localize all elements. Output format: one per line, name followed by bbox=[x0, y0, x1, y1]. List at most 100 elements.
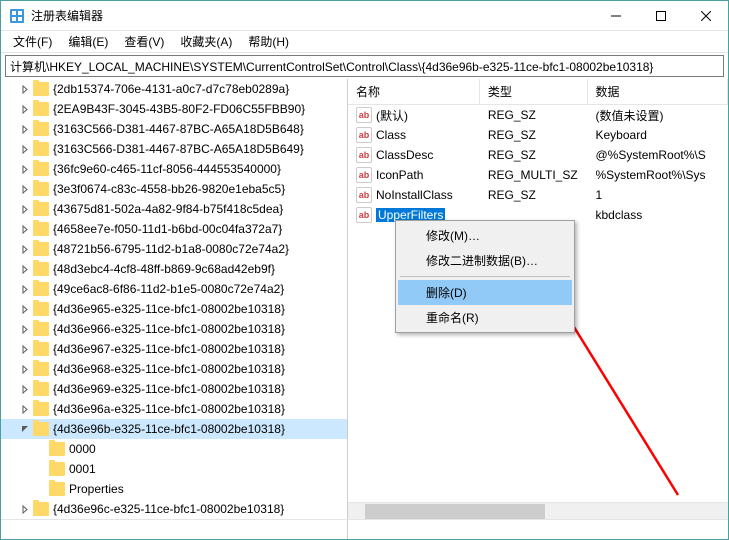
maximize-button[interactable] bbox=[638, 1, 683, 30]
tree-item-label: {49ce6ac8-6f86-11d2-b1e5-0080c72e74a2} bbox=[53, 282, 284, 296]
folder-icon bbox=[49, 462, 65, 476]
expand-icon[interactable] bbox=[17, 145, 33, 154]
tree-item-label: {4658ee7e-f050-11d1-b6bd-00c04fa372a7} bbox=[53, 222, 282, 236]
menu-file[interactable]: 文件(F) bbox=[5, 31, 60, 52]
expand-icon[interactable] bbox=[17, 385, 33, 394]
folder-icon bbox=[33, 502, 49, 516]
list-row[interactable]: abIconPathREG_MULTI_SZ%SystemRoot%\Sys bbox=[348, 165, 728, 185]
tree-item[interactable]: {3163C566-D381-4467-87BC-A65A18D5B648} bbox=[1, 119, 347, 139]
expand-icon[interactable] bbox=[17, 125, 33, 134]
tree-item[interactable]: {4d36e96c-e325-11ce-bfc1-08002be10318} bbox=[1, 499, 347, 519]
value-name: IconPath bbox=[376, 168, 423, 182]
expand-icon[interactable] bbox=[17, 85, 33, 94]
tree-item-label: {4d36e969-e325-11ce-bfc1-08002be10318} bbox=[53, 382, 285, 396]
cell-name: abClass bbox=[348, 127, 480, 143]
expand-icon[interactable] bbox=[17, 205, 33, 214]
expand-icon[interactable] bbox=[17, 305, 33, 314]
list-body[interactable]: ab(默认)REG_SZ(数值未设置)abClassREG_SZKeyboard… bbox=[348, 105, 728, 502]
tree-item[interactable]: {4d36e96a-e325-11ce-bfc1-08002be10318} bbox=[1, 399, 347, 419]
menu-view[interactable]: 查看(V) bbox=[116, 31, 172, 52]
collapse-icon[interactable] bbox=[17, 425, 33, 434]
tree-item[interactable]: {4d36e96b-e325-11ce-bfc1-08002be10318} bbox=[1, 419, 347, 439]
string-value-icon: ab bbox=[356, 207, 372, 223]
registry-editor-window: 注册表编辑器 文件(F) 编辑(E) 查看(V) 收藏夹(A) 帮助(H) 计算… bbox=[0, 0, 729, 540]
tree-item[interactable]: {4d36e966-e325-11ce-bfc1-08002be10318} bbox=[1, 319, 347, 339]
tree-item[interactable]: {49ce6ac8-6f86-11d2-b1e5-0080c72e74a2} bbox=[1, 279, 347, 299]
tree-item[interactable]: {4d36e969-e325-11ce-bfc1-08002be10318} bbox=[1, 379, 347, 399]
folder-icon bbox=[33, 322, 49, 336]
cell-type: REG_SZ bbox=[480, 148, 588, 162]
tree-item[interactable]: {2EA9B43F-3045-43B5-80F2-FD06C55FBB90} bbox=[1, 99, 347, 119]
cell-type: REG_SZ bbox=[480, 128, 588, 142]
cell-data: Keyboard bbox=[588, 128, 729, 142]
tree-item[interactable]: 0001 bbox=[1, 459, 347, 479]
folder-icon bbox=[49, 442, 65, 456]
expand-icon[interactable] bbox=[17, 185, 33, 194]
tree-item[interactable]: {4d36e968-e325-11ce-bfc1-08002be10318} bbox=[1, 359, 347, 379]
ctx-separator bbox=[400, 276, 570, 277]
tree-item[interactable]: Properties bbox=[1, 479, 347, 499]
list-row[interactable]: ab(默认)REG_SZ(数值未设置) bbox=[348, 105, 728, 125]
ctx-modify[interactable]: 修改(M)… bbox=[398, 223, 572, 248]
folder-icon bbox=[33, 422, 49, 436]
list-hscroll[interactable] bbox=[348, 502, 728, 519]
tree-item[interactable]: {43675d81-502a-4a82-9f84-b75f418c5dea} bbox=[1, 199, 347, 219]
ctx-modify-binary[interactable]: 修改二进制数据(B)… bbox=[398, 248, 572, 273]
tree-item[interactable]: {4d36e967-e325-11ce-bfc1-08002be10318} bbox=[1, 339, 347, 359]
tree-item-label: {4d36e967-e325-11ce-bfc1-08002be10318} bbox=[53, 342, 285, 356]
col-header-name[interactable]: 名称 bbox=[348, 79, 480, 104]
expand-icon[interactable] bbox=[17, 505, 33, 514]
tree-scroll[interactable]: {2db15374-706e-4131-a0c7-d7c78eb0289a} {2… bbox=[1, 79, 347, 519]
expand-icon[interactable] bbox=[17, 225, 33, 234]
expand-icon[interactable] bbox=[17, 345, 33, 354]
tree-item[interactable]: {48d3ebc4-4cf8-48ff-b869-9c68ad42eb9f} bbox=[1, 259, 347, 279]
tree-item[interactable]: {48721b56-6795-11d2-b1a8-0080c72e74a2} bbox=[1, 239, 347, 259]
expand-icon[interactable] bbox=[17, 105, 33, 114]
list-row[interactable]: abClassREG_SZKeyboard bbox=[348, 125, 728, 145]
expand-icon[interactable] bbox=[17, 365, 33, 374]
list-header: 名称 类型 数据 bbox=[348, 79, 728, 105]
expand-icon[interactable] bbox=[17, 285, 33, 294]
cell-name: abIconPath bbox=[348, 167, 480, 183]
tree-item-label: {3163C566-D381-4467-87BC-A65A18D5B649} bbox=[53, 142, 304, 156]
tree-item[interactable]: {36fc9e60-c465-11cf-8056-444553540000} bbox=[1, 159, 347, 179]
close-button[interactable] bbox=[683, 1, 728, 30]
titlebar[interactable]: 注册表编辑器 bbox=[1, 1, 728, 31]
expand-icon[interactable] bbox=[17, 405, 33, 414]
tree-item-label: {4d36e96c-e325-11ce-bfc1-08002be10318} bbox=[53, 502, 284, 516]
expand-icon[interactable] bbox=[17, 245, 33, 254]
col-header-data[interactable]: 数据 bbox=[588, 79, 728, 104]
tree-item[interactable]: {4658ee7e-f050-11d1-b6bd-00c04fa372a7} bbox=[1, 219, 347, 239]
tree-item[interactable]: {3e3f0674-c83c-4558-bb26-9820e1eba5c5} bbox=[1, 179, 347, 199]
tree-item[interactable]: {4d36e965-e325-11ce-bfc1-08002be10318} bbox=[1, 299, 347, 319]
statusbar bbox=[1, 519, 728, 539]
tree-item-label: {4d36e96a-e325-11ce-bfc1-08002be10318} bbox=[53, 402, 285, 416]
tree-item-label: {43675d81-502a-4a82-9f84-b75f418c5dea} bbox=[53, 202, 283, 216]
tree-item-label: {2EA9B43F-3045-43B5-80F2-FD06C55FBB90} bbox=[53, 102, 305, 116]
col-header-type[interactable]: 类型 bbox=[480, 79, 588, 104]
tree-item-label: {48721b56-6795-11d2-b1a8-0080c72e74a2} bbox=[53, 242, 289, 256]
ctx-rename[interactable]: 重命名(R) bbox=[398, 305, 572, 330]
list-row[interactable]: abClassDescREG_SZ@%SystemRoot%\S bbox=[348, 145, 728, 165]
menu-favorites[interactable]: 收藏夹(A) bbox=[172, 31, 240, 52]
value-name: NoInstallClass bbox=[376, 188, 453, 202]
value-name: Class bbox=[376, 128, 406, 142]
tree-item[interactable]: {3163C566-D381-4467-87BC-A65A18D5B649} bbox=[1, 139, 347, 159]
ctx-delete[interactable]: 删除(D) bbox=[398, 280, 572, 305]
expand-icon[interactable] bbox=[17, 165, 33, 174]
value-name: (默认) bbox=[376, 107, 408, 124]
list-row[interactable]: abNoInstallClassREG_SZ1 bbox=[348, 185, 728, 205]
tree-item-label: Properties bbox=[69, 482, 124, 496]
expand-icon[interactable] bbox=[17, 265, 33, 274]
expand-icon[interactable] bbox=[17, 325, 33, 334]
address-bar[interactable]: 计算机\HKEY_LOCAL_MACHINE\SYSTEM\CurrentCon… bbox=[5, 55, 724, 77]
folder-icon bbox=[33, 202, 49, 216]
tree-item[interactable]: 0000 bbox=[1, 439, 347, 459]
status-left bbox=[1, 520, 348, 539]
tree-item[interactable]: {2db15374-706e-4131-a0c7-d7c78eb0289a} bbox=[1, 79, 347, 99]
menu-edit[interactable]: 编辑(E) bbox=[60, 31, 116, 52]
minimize-button[interactable] bbox=[593, 1, 638, 30]
menu-help[interactable]: 帮助(H) bbox=[240, 31, 297, 52]
app-icon bbox=[9, 8, 25, 24]
menubar: 文件(F) 编辑(E) 查看(V) 收藏夹(A) 帮助(H) bbox=[1, 31, 728, 53]
